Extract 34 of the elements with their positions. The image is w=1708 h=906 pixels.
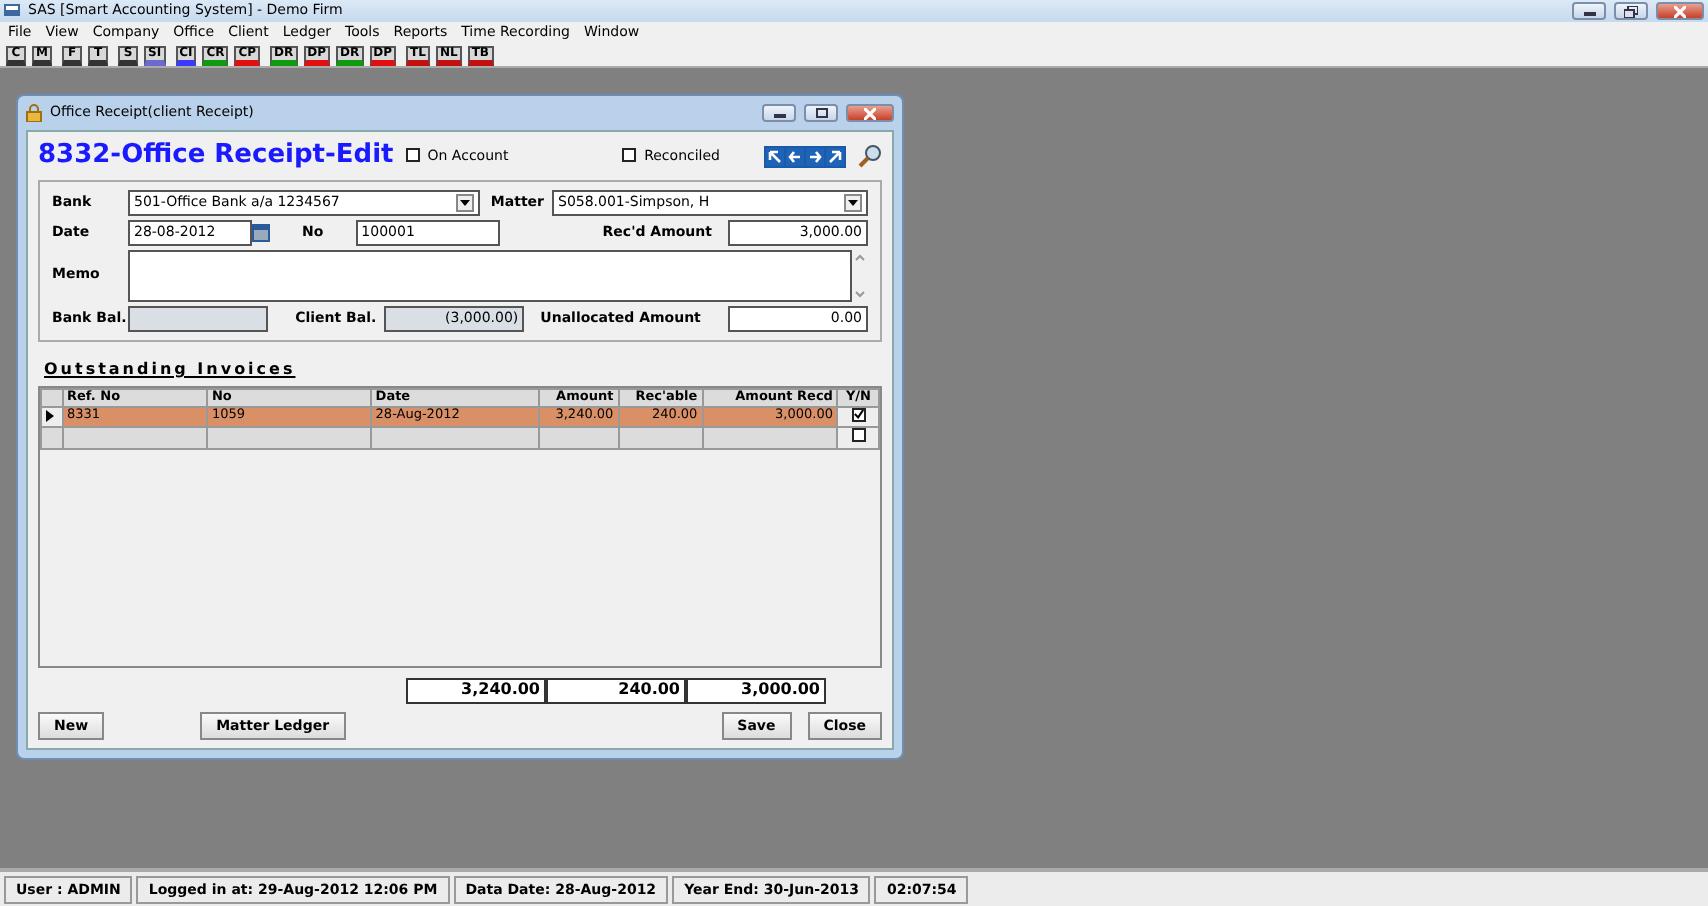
search-icon[interactable] <box>858 144 882 168</box>
minimize-button[interactable] <box>1572 2 1606 20</box>
total-field: 3,000.00 <box>686 677 826 704</box>
form-heading: 8332-Office Receipt-Edit <box>38 140 394 172</box>
app-icon <box>4 2 20 19</box>
total-field: 240.00 <box>546 677 686 704</box>
checkbox[interactable] <box>405 148 420 163</box>
calendar-icon[interactable] <box>252 224 270 242</box>
close-button[interactable] <box>846 104 894 122</box>
scrollbar-drawing <box>852 250 868 302</box>
minimize-button[interactable] <box>762 104 796 122</box>
close-icon <box>1674 5 1686 17</box>
next-arrow-icon[interactable] <box>808 149 822 163</box>
bank-balance-field[interactable] <box>128 306 268 332</box>
first-arrow-icon[interactable] <box>768 149 782 163</box>
memo-field[interactable] <box>128 250 852 302</box>
dropdown-arrow-icon <box>848 200 858 206</box>
maximize-button[interactable] <box>804 104 838 122</box>
checkbox[interactable] <box>622 148 637 163</box>
total-field: 3,240.00 <box>406 677 546 704</box>
close-button[interactable] <box>1656 2 1704 20</box>
maximize-icon <box>815 108 827 118</box>
last-arrow-icon[interactable] <box>828 149 842 163</box>
previous-arrow-icon[interactable] <box>788 149 802 163</box>
restore-button[interactable] <box>1614 2 1648 20</box>
section-title: Outstanding Invoices <box>44 360 298 380</box>
dropdown-arrow-icon <box>460 200 470 206</box>
tick-icon <box>853 408 864 421</box>
lock-icon <box>26 104 42 122</box>
minimize-icon <box>773 109 785 117</box>
row-pointer-icon <box>46 409 54 422</box>
restore-icon <box>1624 5 1638 17</box>
close-icon <box>864 107 876 119</box>
minimize-icon <box>1583 7 1595 15</box>
